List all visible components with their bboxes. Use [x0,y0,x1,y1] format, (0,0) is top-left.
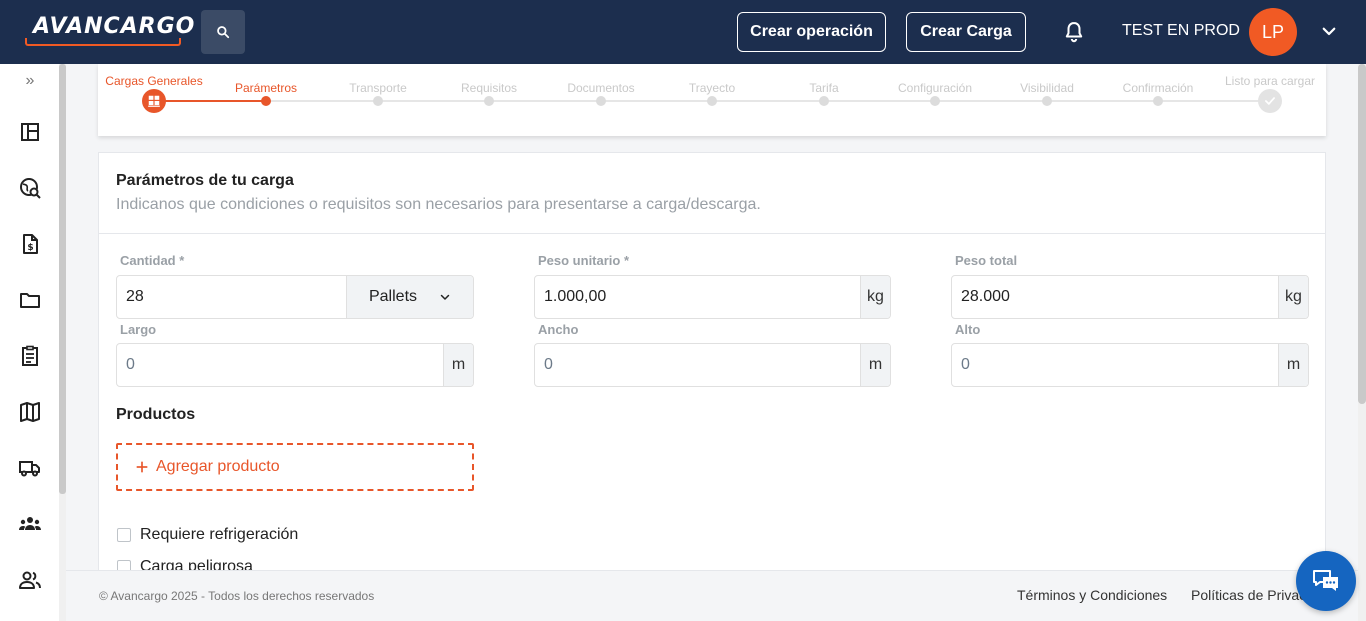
step-dot-configuracion[interactable] [930,96,940,106]
search-icon [217,26,230,39]
create-operation-button[interactable]: Crear operación [737,12,886,52]
bell-icon[interactable] [1062,20,1086,44]
form-title: Parámetros de tu carga [116,172,294,189]
step-dot-tarifa[interactable] [819,96,829,106]
dashboard-icon[interactable] [18,120,42,144]
unit-select[interactable]: Pallets [346,276,473,318]
peso-total-label: Peso total [955,253,1018,268]
peso-unitario-input[interactable] [535,276,860,318]
map-icon[interactable] [18,400,42,424]
search-globe-icon[interactable] [18,176,42,200]
largo-field: m [116,343,474,387]
peso-unitario-unit: kg [860,276,890,318]
step-dot-trayecto[interactable] [707,96,717,106]
create-load-button[interactable]: Crear Carga [906,12,1026,52]
sidebar-scrollbar-thumb[interactable] [59,64,66,494]
cantidad-field: Pallets [116,275,474,319]
peso-unitario-label: Peso unitario * [538,253,630,268]
logo[interactable]: AVANCARGO [25,14,194,46]
ancho-input[interactable] [535,344,860,386]
user-name[interactable]: TEST EN PROD [1122,22,1240,40]
step-label-requisitos[interactable]: Requisitos [461,81,517,95]
ancho-field: m [534,343,891,387]
form-divider [99,233,1325,234]
logo-text: AVANCARGO [33,14,196,39]
step-label-listo[interactable]: Listo para cargar [1225,74,1315,88]
users-icon[interactable] [18,568,42,592]
products-title: Productos [116,406,196,423]
stepper-progress [154,100,266,102]
cantidad-label: Cantidad * [120,253,185,268]
chat-icon [1313,570,1338,591]
step-dot-documentos[interactable] [596,96,606,106]
step-label-trayecto[interactable]: Trayecto [689,81,735,95]
check-icon [1265,97,1275,105]
ancho-label: Ancho [538,322,579,337]
largo-input[interactable] [117,344,443,386]
ancho-unit: m [860,344,890,386]
plus-icon [136,461,148,473]
alto-label: Alto [955,322,981,337]
peso-total-field: kg [951,275,1309,319]
chevron-down-icon[interactable] [1320,22,1338,40]
alto-input[interactable] [952,344,1278,386]
pallet-icon [148,95,160,107]
alto-unit: m [1278,344,1308,386]
invoice-icon[interactable]: $ [18,232,42,256]
step-dot-transporte[interactable] [373,96,383,106]
step-label-tarifa[interactable]: Tarifa [809,81,838,95]
svg-text:$: $ [27,243,33,253]
add-product-button[interactable]: Agregar producto [116,443,474,491]
step-label-cargas-generales[interactable]: Cargas Generales [105,74,202,88]
step-dot-confirmacion[interactable] [1153,96,1163,106]
group-icon[interactable] [18,512,42,536]
logo-underline [25,38,181,46]
peso-total-input[interactable] [952,276,1278,318]
step-cargas-generales-icon[interactable] [142,89,166,113]
peso-unitario-field: kg [534,275,891,319]
chevron-down-icon [440,294,450,300]
step-label-parametros[interactable]: Parámetros [235,81,297,95]
step-listo-icon[interactable] [1258,89,1282,113]
refrigeration-checkbox[interactable] [117,528,131,542]
peso-total-unit: kg [1278,276,1308,318]
step-label-configuracion[interactable]: Configuración [898,81,972,95]
alto-field: m [951,343,1309,387]
clipboard-icon[interactable] [18,344,42,368]
step-label-visibilidad[interactable]: Visibilidad [1020,81,1074,95]
add-product-label: Agregar producto [156,458,280,475]
form-subtitle: Indicanos que condiciones o requisitos s… [116,196,761,213]
refrigeration-label[interactable]: Requiere refrigeración [140,526,298,544]
step-dot-parametros[interactable] [261,96,271,106]
search-button[interactable] [201,10,245,54]
top-bar: AVANCARGO Crear operación Crear Carga TE… [0,0,1366,64]
main-scrollbar-thumb[interactable] [1358,64,1366,404]
step-label-documentos[interactable]: Documentos [567,81,634,95]
step-dot-requisitos[interactable] [484,96,494,106]
step-label-confirmacion[interactable]: Confirmación [1123,81,1194,95]
footer-copyright: © Avancargo 2025 - Todos los derechos re… [99,589,375,603]
step-label-transporte[interactable]: Transporte [349,81,407,95]
largo-unit: m [443,344,473,386]
terms-link[interactable]: Términos y Condiciones [1017,587,1167,603]
largo-label: Largo [120,322,157,337]
sidebar: » $ [0,64,66,621]
folder-icon[interactable] [18,288,42,312]
step-dot-visibilidad[interactable] [1042,96,1052,106]
unit-select-value: Pallets [368,288,418,305]
cantidad-input[interactable] [117,276,346,318]
main-scrollbar[interactable] [1358,64,1366,621]
sidebar-expand-button[interactable]: » [18,72,42,96]
sidebar-scrollbar[interactable] [59,64,66,621]
avatar[interactable]: LP [1249,8,1297,56]
truck-icon[interactable] [18,456,42,480]
refrigeration-row: Requiere refrigeración [117,526,298,544]
chat-button[interactable] [1296,551,1356,611]
